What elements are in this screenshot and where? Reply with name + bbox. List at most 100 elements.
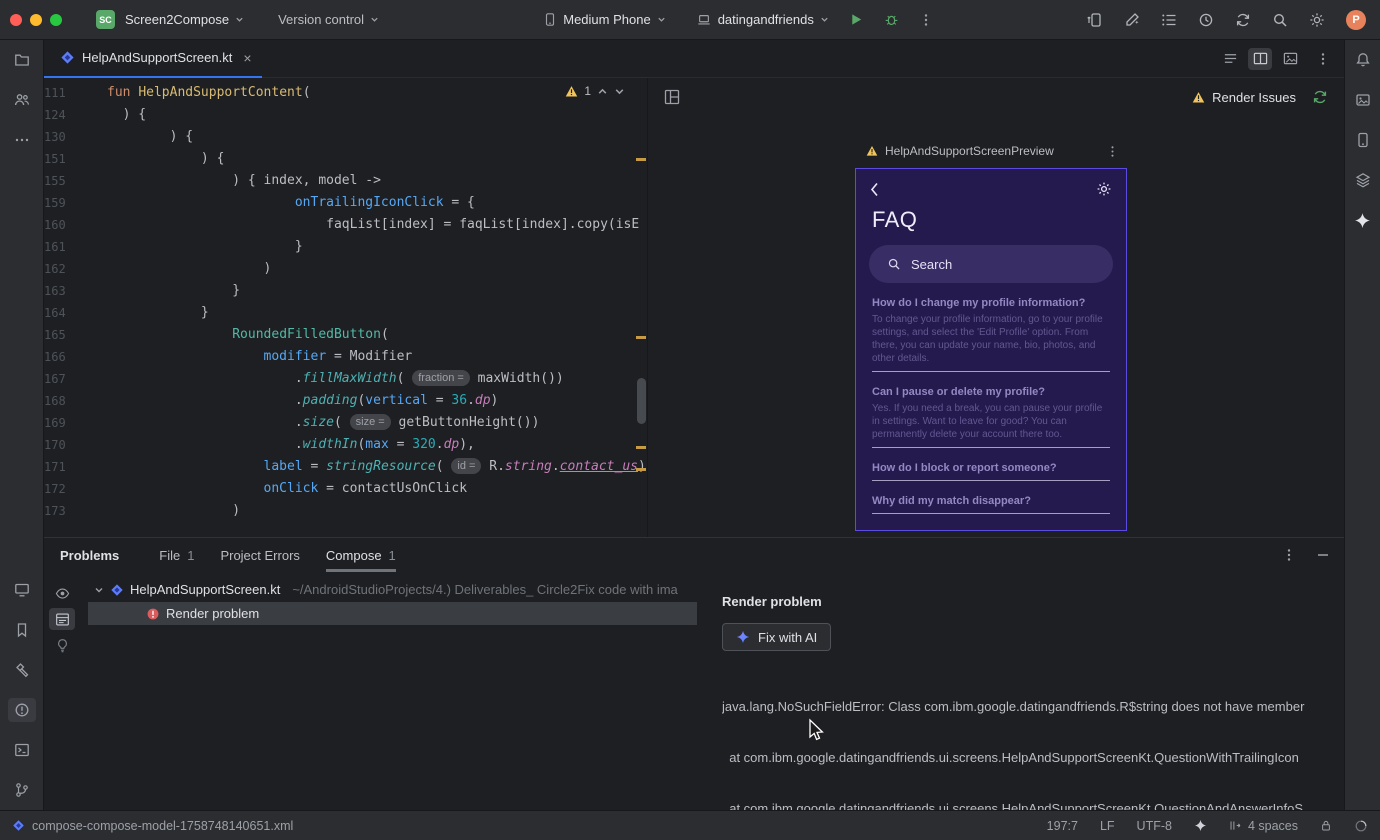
indent-widget[interactable]: 4 spaces (1229, 819, 1298, 833)
zoom-window-button[interactable] (50, 13, 62, 26)
inspection-widget[interactable]: 1 (565, 84, 625, 98)
ellipsis-icon (15, 138, 28, 142)
git-branch-icon (15, 783, 28, 797)
ai-assistant-button[interactable] (1124, 12, 1140, 28)
project-tool-button[interactable] (8, 48, 36, 72)
code-lines: 111 fun HelpAndSupportContent(124 ) {130… (44, 85, 647, 518)
status-file[interactable]: compose-compose-model-1758748140651.xml (12, 819, 293, 833)
hammer-icon (15, 663, 28, 678)
bookmarks-tool-button[interactable] (8, 618, 36, 642)
notifications-button[interactable] (1349, 48, 1377, 72)
preview-name[interactable]: HelpAndSupportScreenPreview (866, 144, 1054, 158)
preview-search-bar: Search (869, 245, 1113, 283)
device-selector[interactable]: Medium Phone (543, 12, 665, 27)
cursor-position-widget[interactable]: 197:7 (1047, 819, 1078, 833)
progress-circle-icon (1355, 820, 1367, 831)
editor-tab[interactable]: HelpAndSupportScreen.kt × (44, 40, 262, 78)
problems-panel: Problems File 1 Project Errors Compose 1 (44, 537, 1344, 810)
version-control-menu[interactable]: Version control (278, 12, 379, 27)
chevron-down-icon[interactable] (614, 86, 625, 97)
close-tab-button[interactable]: × (243, 51, 251, 65)
faq-answer: Yes. If you need a break, you can pause … (872, 403, 1103, 440)
indent-label: 4 spaces (1247, 818, 1298, 833)
search-everywhere-button[interactable] (1272, 12, 1288, 28)
device-mirroring-button[interactable] (1087, 12, 1103, 28)
tree-file-row[interactable]: HelpAndSupportScreen.kt ~/AndroidStudioP… (80, 578, 710, 601)
fix-with-ai-button[interactable]: Fix with AI (722, 623, 832, 651)
fix-with-ai-label: Fix with AI (758, 629, 818, 645)
design-view-button[interactable] (1278, 48, 1302, 70)
close-window-button[interactable] (10, 13, 22, 26)
profiler-icon (1199, 13, 1213, 26)
terminal-tool-button[interactable] (8, 738, 36, 762)
ai-status-widget[interactable] (1194, 819, 1207, 832)
lightbulb-icon (57, 638, 67, 652)
hide-panel-button[interactable] (1316, 548, 1330, 562)
build-variants-tool-button[interactable] (1349, 168, 1377, 192)
tab-project-errors[interactable]: Project Errors (220, 538, 299, 572)
tab-compose[interactable]: Compose 1 (325, 538, 396, 572)
back-chevron-icon (870, 182, 878, 196)
bookmark-icon (17, 623, 26, 638)
todo-button[interactable] (1161, 12, 1177, 28)
more-tool-windows-button[interactable] (8, 128, 36, 152)
resource-manager-tool-button[interactable] (8, 88, 36, 112)
settings-button[interactable] (1309, 12, 1325, 28)
render-issues-status[interactable]: Render Issues (1192, 90, 1296, 105)
device-selector-label: Medium Phone (563, 12, 651, 27)
editor-options-button[interactable] (1316, 52, 1330, 66)
lock-icon (1322, 820, 1330, 831)
chevron-down-icon[interactable] (94, 585, 104, 595)
panel-options-button[interactable] (1282, 548, 1296, 562)
code-view-button[interactable] (1218, 48, 1242, 70)
version-control-tool-button[interactable] (8, 778, 36, 802)
minimize-window-button[interactable] (30, 13, 42, 26)
device-mirroring-icon (1087, 12, 1101, 27)
project-menu[interactable]: Screen2Compose (125, 12, 244, 27)
preview-options-button[interactable] (1106, 145, 1119, 158)
line-ending-widget[interactable]: LF (1100, 819, 1115, 833)
show-details-button[interactable] (49, 608, 75, 630)
settings-gear-icon (1097, 182, 1111, 196)
run-configuration-selector[interactable]: datingandfriends (696, 12, 829, 27)
gemini-star-icon (1355, 212, 1370, 228)
code-lines-icon (1224, 54, 1236, 63)
preview-phone-frame[interactable]: FAQ Search How do I change my profile in… (855, 168, 1127, 531)
profiler-button[interactable] (1198, 12, 1214, 28)
warning-stripe-mark (636, 158, 646, 161)
preview-problems-button[interactable] (49, 582, 75, 604)
code-editor[interactable]: 111 fun HelpAndSupportContent(124 ) {130… (44, 78, 648, 537)
split-view-button[interactable] (1248, 47, 1272, 70)
layers-icon (1355, 173, 1370, 188)
faq-answer: To change your profile information, go t… (872, 314, 1103, 364)
editor-tab-bar: HelpAndSupportScreen.kt × (44, 40, 1344, 78)
user-avatar[interactable]: P (1346, 9, 1366, 30)
kebab-icon (1111, 146, 1114, 157)
assistant-tool-button[interactable] (1349, 88, 1377, 112)
refresh-preview-button[interactable] (1312, 89, 1328, 105)
tree-problem-row[interactable]: Render problem (88, 602, 697, 625)
chevron-up-icon[interactable] (597, 86, 608, 97)
project-logo: SC (96, 10, 115, 29)
debug-button[interactable] (884, 12, 899, 27)
device-manager-tool-button[interactable] (1349, 128, 1377, 152)
gemini-tool-button[interactable] (1349, 208, 1377, 232)
logcat-tool-button[interactable] (8, 578, 36, 602)
progress-indicator[interactable] (1354, 819, 1368, 833)
sync-button[interactable] (1235, 12, 1251, 28)
folder-icon (14, 54, 29, 66)
quick-fixes-button[interactable] (49, 634, 75, 656)
preview-screen-topbar (856, 169, 1126, 197)
tab-file[interactable]: File 1 (159, 538, 194, 572)
preview-layout-button[interactable] (664, 89, 680, 105)
encoding-widget[interactable]: UTF-8 (1137, 819, 1172, 833)
problems-tool-button[interactable] (7, 698, 36, 722)
readonly-toggle[interactable] (1320, 819, 1332, 832)
more-run-actions-button[interactable] (919, 13, 933, 27)
build-tool-button[interactable] (8, 658, 36, 682)
refresh-icon (1313, 90, 1327, 104)
run-button[interactable] (849, 12, 864, 27)
phone-icon (1357, 132, 1368, 148)
editor-scrollbar[interactable] (637, 378, 646, 424)
stack-trace: java.lang.NoSuchFieldError: Class com.ib… (722, 699, 1305, 810)
